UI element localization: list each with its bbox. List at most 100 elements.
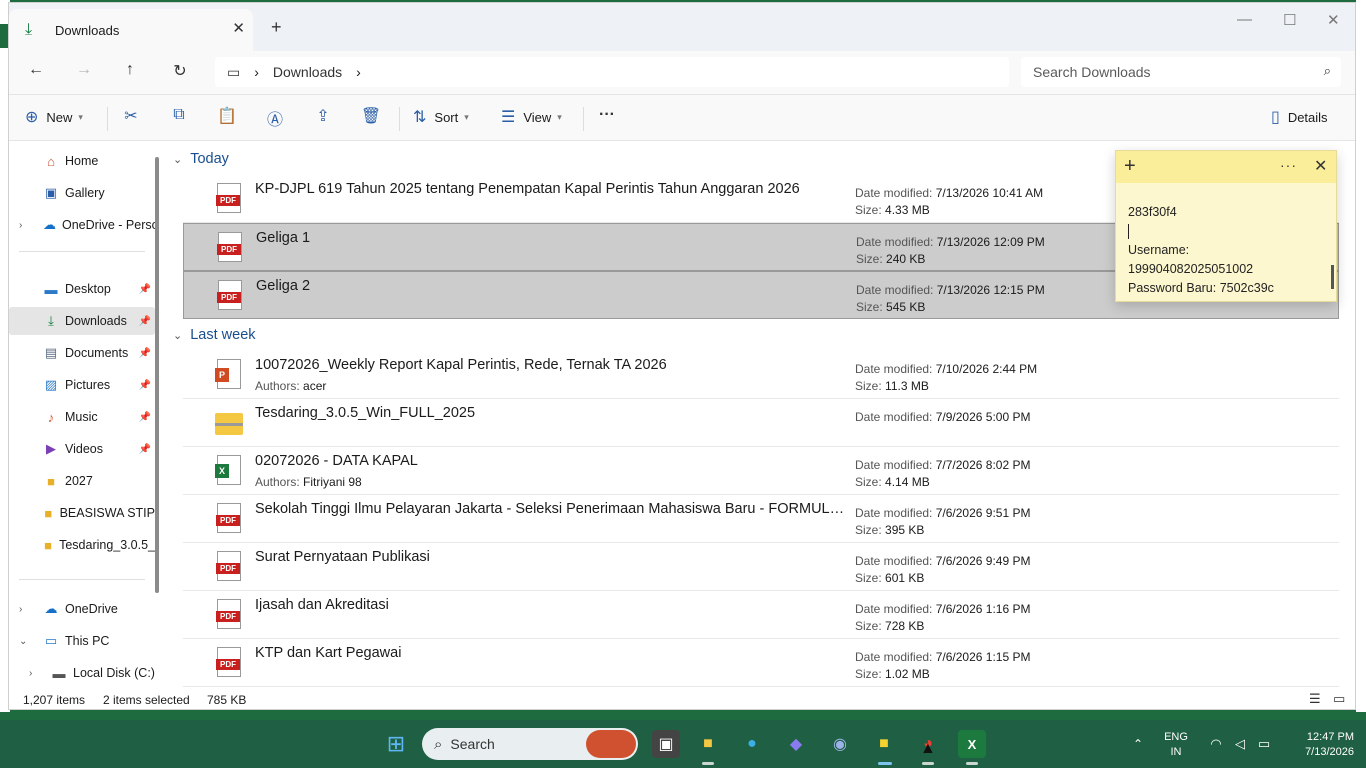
share-icon[interactable]: ⇪ bbox=[311, 106, 335, 126]
file-row[interactable]: Tesdaring_3.0.5_Win_FULL_2025 Date modif… bbox=[183, 399, 1339, 447]
more-options-icon[interactable]: ··· bbox=[595, 106, 619, 124]
note-line: Password Baru: 7502c39c bbox=[1128, 281, 1274, 295]
taskbar-search[interactable]: ⌕ Search bbox=[422, 728, 638, 760]
nav-item-videos[interactable]: ▶ Videos 📌 bbox=[9, 435, 155, 463]
task-view-icon[interactable]: ▣ bbox=[652, 730, 680, 758]
nav-item-downloads[interactable]: ⤓ Downloads 📌 bbox=[9, 307, 155, 335]
address-field[interactable]: ▭ › Downloads › bbox=[215, 57, 1009, 87]
nav-item-tesdaring[interactable]: ■ Tesdaring_3.0.5_ bbox=[9, 531, 155, 559]
start-button[interactable]: ⊞ bbox=[382, 730, 410, 758]
group-header-today[interactable]: ⌄ Today bbox=[173, 151, 229, 167]
close-window-icon[interactable]: ✕ bbox=[1327, 11, 1340, 29]
more-options-icon[interactable]: ··· bbox=[1280, 157, 1297, 173]
view-label: View bbox=[523, 109, 552, 125]
pictures-icon: ▨ bbox=[44, 377, 58, 392]
pdf-file-icon: PDF bbox=[216, 599, 241, 629]
folder-icon: ■ bbox=[44, 505, 53, 521]
close-tab-icon[interactable]: ✕ bbox=[232, 19, 245, 37]
group-header-last-week[interactable]: ⌄ Last week bbox=[173, 327, 256, 343]
refresh-button[interactable]: ↻ bbox=[169, 61, 191, 81]
view-button[interactable]: ☰ View ▾ bbox=[501, 107, 562, 127]
nav-item-2027[interactable]: ■ 2027 bbox=[9, 467, 155, 495]
copilot-icon[interactable]: ◆ bbox=[782, 730, 810, 758]
file-row[interactable]: PDF Sekolah Tinggi Ilmu Pelayaran Jakart… bbox=[183, 495, 1339, 543]
divider bbox=[399, 107, 400, 131]
nav-label: Desktop bbox=[65, 282, 111, 296]
sticky-note[interactable]: + ··· ✕ 283f30f4 Username: 1999040820250… bbox=[1115, 150, 1337, 302]
nav-item-pictures[interactable]: ▨ Pictures 📌 bbox=[9, 371, 155, 399]
chevron-up-icon[interactable]: ⌃ bbox=[1124, 730, 1152, 758]
chevron-down-icon: ⌄ bbox=[173, 153, 183, 166]
tiles-view-icon[interactable]: ▭ bbox=[1333, 691, 1345, 707]
chevron-right-icon[interactable]: › bbox=[19, 604, 22, 615]
excel-icon[interactable]: X bbox=[958, 730, 986, 758]
nav-item-gallery[interactable]: ▣ Gallery bbox=[9, 179, 155, 207]
nav-label: Gallery bbox=[65, 186, 105, 200]
search-input[interactable]: Search Downloads ⌕ bbox=[1021, 57, 1341, 87]
file-explorer-icon[interactable]: ■ bbox=[694, 730, 722, 758]
item-count: 1,207 items bbox=[23, 693, 86, 707]
copy-icon[interactable]: ⧉ bbox=[167, 106, 191, 124]
camera-icon[interactable]: ◉ bbox=[826, 730, 854, 758]
chevron-right-icon[interactable]: › bbox=[19, 220, 22, 231]
sticky-body[interactable]: 283f30f4 Username: 199904082025051002 Pa… bbox=[1116, 183, 1336, 298]
file-row[interactable]: PDF KTP dan Kart Pegawai Date modified: … bbox=[183, 639, 1339, 687]
chevron-down-icon: ▾ bbox=[78, 111, 83, 122]
chevron-down-icon: ⌄ bbox=[173, 329, 183, 342]
delete-icon[interactable]: 🗑 bbox=[359, 106, 383, 126]
details-view-icon[interactable]: ☰ bbox=[1309, 691, 1321, 707]
file-row[interactable]: P 10072026_Weekly Report Kapal Perintis,… bbox=[183, 351, 1339, 399]
search-placeholder: Search Downloads bbox=[1033, 64, 1151, 80]
chevron-right-icon[interactable]: › bbox=[29, 668, 32, 679]
battery-icon[interactable]: ▭ bbox=[1250, 730, 1278, 758]
file-name: Ijasah dan Akreditasi bbox=[255, 597, 389, 613]
breadcrumb-downloads[interactable]: Downloads bbox=[273, 64, 342, 80]
document-icon: ▤ bbox=[44, 345, 58, 360]
back-button[interactable]: ← bbox=[25, 61, 47, 79]
nav-item-beasiswa-stip[interactable]: ■ BEASISWA STIP bbox=[9, 499, 155, 527]
clock[interactable]: 12:47 PM 7/13/2026 bbox=[1284, 730, 1354, 760]
pin-icon: 📌 bbox=[138, 379, 151, 391]
file-row[interactable]: X 02072026 - DATA KAPAL Authors: Fitriya… bbox=[183, 447, 1339, 495]
sticky-notes-icon[interactable]: ■ bbox=[870, 730, 898, 758]
up-button[interactable]: ↑ bbox=[119, 61, 141, 79]
nav-item-onedrive[interactable]: › ☁ OneDrive bbox=[9, 595, 155, 623]
language-indicator[interactable]: ENG IN bbox=[1160, 730, 1192, 760]
selection-size: 785 KB bbox=[207, 693, 247, 707]
add-note-icon[interactable]: + bbox=[1124, 155, 1136, 178]
sort-button[interactable]: ⇅ Sort ▾ bbox=[413, 107, 469, 127]
nav-item-desktop[interactable]: ▬ Desktop 📌 bbox=[9, 275, 155, 303]
maximize-icon[interactable]: ☐ bbox=[1283, 11, 1296, 29]
breadcrumb-chevron-icon[interactable]: › bbox=[356, 64, 361, 80]
rename-icon[interactable]: Ⓐ bbox=[263, 106, 287, 130]
new-button[interactable]: ⊕ New ▾ bbox=[25, 107, 83, 127]
paste-icon[interactable]: 📋 bbox=[215, 106, 239, 126]
chevron-down-icon[interactable]: ⌄ bbox=[19, 636, 27, 647]
forward-button[interactable]: → bbox=[73, 61, 95, 79]
nav-label: Music bbox=[65, 410, 98, 424]
file-name: 10072026_Weekly Report Kapal Perintis, R… bbox=[255, 357, 667, 373]
nav-item-local-disk[interactable]: › ▬ Local Disk (C:) bbox=[9, 659, 155, 687]
nav-item-this-pc[interactable]: ⌄ ▭ This PC bbox=[9, 627, 155, 655]
tab-downloads[interactable]: ⤓ Downloads ✕ bbox=[9, 9, 253, 51]
nav-item-home[interactable]: ⌂ Home bbox=[9, 147, 155, 175]
cut-icon[interactable]: ✂ bbox=[119, 106, 143, 126]
close-icon[interactable]: ✕ bbox=[1314, 156, 1327, 176]
nav-scrollbar[interactable] bbox=[155, 157, 159, 593]
nav-item-music[interactable]: ♪ Music 📌 bbox=[9, 403, 155, 431]
note-line: 199904082025051002 bbox=[1128, 262, 1254, 276]
nav-item-onedrive-personal[interactable]: › ☁ OneDrive - Perso bbox=[9, 211, 155, 239]
file-row[interactable]: PDF Ijasah dan Akreditasi Date modified:… bbox=[183, 591, 1339, 639]
edge-icon[interactable]: ● bbox=[738, 730, 766, 758]
pin-icon: 📌 bbox=[138, 283, 151, 295]
file-row[interactable]: PDF Surat Pernyataan Publikasi Date modi… bbox=[183, 543, 1339, 591]
nav-item-documents[interactable]: ▤ Documents 📌 bbox=[9, 339, 155, 367]
sort-label: Sort bbox=[434, 109, 459, 125]
excel-file-icon: X bbox=[215, 455, 241, 485]
running-indicator bbox=[702, 762, 714, 765]
minimize-icon[interactable]: — bbox=[1237, 11, 1252, 28]
file-meta: Date modified: 7/13/2026 12:09 PM Size: … bbox=[856, 235, 1045, 266]
new-tab-button[interactable]: + bbox=[271, 17, 282, 38]
sticky-scrollbar[interactable] bbox=[1331, 265, 1334, 289]
details-button[interactable]: ▯ Details bbox=[1271, 107, 1328, 127]
